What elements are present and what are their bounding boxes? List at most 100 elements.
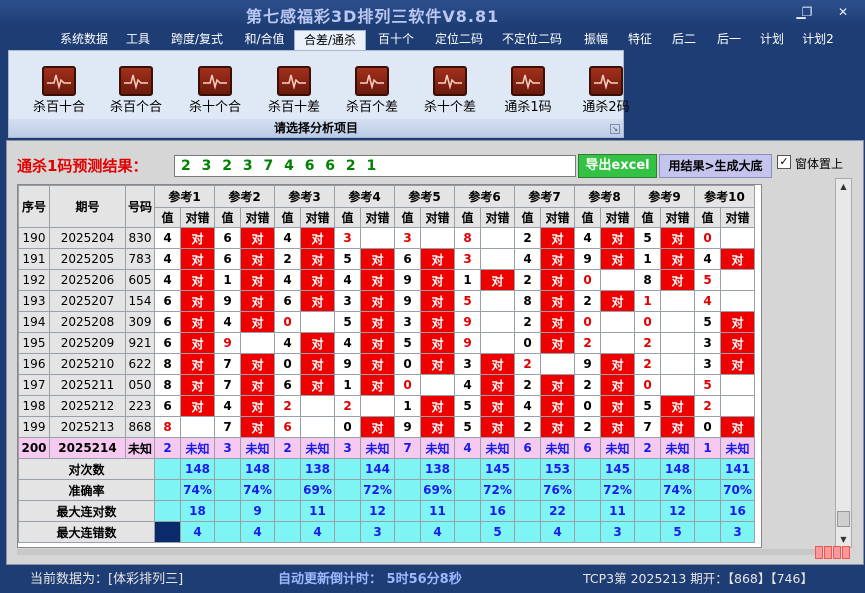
menu-item-1[interactable]: 工具 bbox=[120, 30, 156, 50]
col-header-period: 期号 bbox=[49, 185, 126, 228]
table-row[interactable]: 199 2025213 868 8 7 对 6 0 对 9 对 5 对 2 对 2 对 7 对 0 对 bbox=[18, 416, 755, 438]
stats-pad-cell bbox=[334, 521, 361, 543]
menu-item-4[interactable]: 合差/通杀 bbox=[294, 30, 366, 50]
scroll-down-icon[interactable]: ▼ bbox=[836, 532, 851, 547]
tool-button-2[interactable]: 杀百个合 bbox=[97, 66, 173, 126]
predicted-value-cell: 3 bbox=[334, 437, 361, 459]
ref-value-cell: 1 bbox=[634, 290, 661, 312]
ref-value-cell: 0 bbox=[274, 353, 301, 375]
prediction-row[interactable]: 200 2025214 未知 2 未知 3 未知 2 未知 3 未知 7 未知 4 未知 6 未知 6 未知 2 未知 1… bbox=[18, 437, 755, 459]
menu-item-13[interactable]: 计划2 bbox=[798, 30, 838, 50]
scrollbar-thumb[interactable] bbox=[837, 511, 850, 527]
tool-button-4[interactable]: 杀百十差 bbox=[255, 66, 331, 126]
scroll-up-icon[interactable]: ▲ bbox=[836, 179, 851, 194]
prediction-grid[interactable]: 序号 期号 号码 参考1 参考2 参考3 参考4 参考5 参考6 参考7 参考8 参考9 参考10 值对错… bbox=[17, 184, 762, 548]
ref-value-cell: 5 bbox=[454, 395, 481, 417]
hit-cell: 对 bbox=[420, 269, 455, 291]
ref-value-cell: 9 bbox=[574, 248, 601, 270]
ref-value-cell: 4 bbox=[154, 248, 181, 270]
ref-value-cell: 4 bbox=[214, 395, 241, 417]
ref-value-cell: 1 bbox=[214, 269, 241, 291]
status-countdown: 自动更新倒计时： 5时56分8秒 bbox=[278, 572, 462, 587]
col-subheader-hit: 对错 bbox=[180, 207, 215, 228]
menu-item-11[interactable]: 后一 bbox=[711, 30, 747, 50]
col-subheader-hit: 对错 bbox=[300, 207, 335, 228]
stats-value-cell: 4 bbox=[540, 521, 575, 543]
horizontal-scroll-track[interactable] bbox=[17, 549, 817, 555]
table-row[interactable]: 195 2025209 921 6 对 9 4 对 4 对 5 对 9 0 对 2 2 3 对 bbox=[18, 332, 755, 354]
tool-button-7[interactable]: 通杀1码 bbox=[489, 66, 565, 126]
menu-item-3[interactable]: 和/合值 bbox=[238, 30, 291, 50]
col-subheader-hit: 对错 bbox=[600, 207, 635, 228]
table-row[interactable]: 191 2025205 783 4 对 6 对 2 对 5 对 6 对 3 4 对 9 对 1 对 4 对 bbox=[18, 248, 755, 270]
miss-cell bbox=[720, 290, 755, 312]
row-period: 2025204 bbox=[49, 227, 126, 249]
row-code: 605 bbox=[125, 269, 155, 291]
hit-cell: 对 bbox=[300, 248, 335, 270]
status-bar: 当前数据为：[体彩排列三] 自动更新倒计时： 5时56分8秒 TCP3第 202… bbox=[0, 565, 865, 593]
restore-icon[interactable]: ❐ bbox=[797, 4, 817, 20]
ref-value-cell: 2 bbox=[574, 374, 601, 396]
table-row[interactable]: 190 2025204 830 4 对 6 对 4 对 3 3 8 2 对 4 对 5 对 0 bbox=[18, 227, 755, 249]
menu-item-0[interactable]: 系统数据 bbox=[52, 30, 116, 50]
tool-label: 杀百个合 bbox=[109, 100, 162, 115]
table-row[interactable]: 198 2025212 223 6 对 4 对 2 2 1 对 5 对 4 对 0 对 5 对 2 bbox=[18, 395, 755, 417]
vertical-scrollbar[interactable]: ▲ ▼ bbox=[835, 178, 852, 548]
hit-cell: 对 bbox=[720, 248, 755, 270]
stats-pad-cell bbox=[574, 521, 601, 543]
menu-item-5[interactable]: 百十个 bbox=[373, 30, 419, 50]
stats-label: 最大连对数 bbox=[18, 500, 155, 522]
table-row[interactable]: 193 2025207 154 6 对 9 对 6 对 3 对 9 对 5 8 对 2 对 1 4 bbox=[18, 290, 755, 312]
hit-cell: 对 bbox=[540, 311, 575, 333]
generate-base-button[interactable]: 用结果>生成大底 bbox=[659, 154, 772, 178]
result-output-field[interactable]: 2 3 2 3 7 4 6 6 2 1 bbox=[174, 155, 576, 177]
row-code: 309 bbox=[125, 311, 155, 333]
stats-pad-cell bbox=[394, 521, 421, 543]
table-row[interactable]: 196 2025210 622 8 对 7 对 0 对 9 对 0 对 3 对 2 9 对 2 3 对 bbox=[18, 353, 755, 375]
stats-value-cell: 11 bbox=[420, 500, 455, 522]
stats-pad-cell bbox=[634, 500, 661, 522]
ref-value-cell: 8 bbox=[154, 353, 181, 375]
table-row[interactable]: 197 2025211 050 8 对 7 对 6 对 1 对 0 4 对 2 对 2 对 0 5 bbox=[18, 374, 755, 396]
hit-cell: 对 bbox=[360, 332, 395, 354]
stats-pad-cell bbox=[334, 458, 361, 480]
window-on-top-checkbox[interactable]: ✓ bbox=[777, 155, 791, 169]
menu-item-9[interactable]: 特征 bbox=[622, 30, 658, 50]
stats-value-cell: 12 bbox=[660, 500, 695, 522]
menu-item-12[interactable]: 计划 bbox=[754, 30, 790, 50]
col-subheader-value: 值 bbox=[634, 207, 661, 228]
tool-button-6[interactable]: 杀十个差 bbox=[411, 66, 487, 126]
menu-item-2[interactable]: 跨度/复式 bbox=[164, 30, 230, 50]
menu-item-7[interactable]: 不定位二码 bbox=[497, 30, 567, 50]
tool-button-3[interactable]: 杀十个合 bbox=[176, 66, 252, 126]
hit-cell: 对 bbox=[600, 353, 635, 375]
table-row[interactable]: 192 2025206 605 4 对 1 对 4 对 4 对 9 对 1 对 2 对 0 8 对 5 bbox=[18, 269, 755, 291]
tool-button-5[interactable]: 杀百个差 bbox=[333, 66, 409, 126]
menu-item-6[interactable]: 定位二码 bbox=[430, 30, 488, 50]
miss-cell bbox=[660, 311, 695, 333]
ref-value-cell: 6 bbox=[214, 248, 241, 270]
export-excel-button[interactable]: 导出excel bbox=[578, 154, 657, 178]
close-icon[interactable]: ✕ bbox=[833, 4, 853, 20]
miss-cell bbox=[480, 332, 515, 354]
unknown-cell: 未知 bbox=[300, 437, 335, 459]
col-header-ref: 参考7 bbox=[514, 185, 575, 208]
ref-value-cell: 5 bbox=[634, 227, 661, 249]
tool-button-1[interactable]: 杀百十合 bbox=[20, 66, 96, 126]
row-seq: 192 bbox=[18, 269, 50, 291]
ref-value-cell: 5 bbox=[454, 290, 481, 312]
row-code: 050 bbox=[125, 374, 155, 396]
hit-cell: 对 bbox=[540, 332, 575, 354]
ref-value-cell: 0 bbox=[694, 416, 721, 438]
ref-value-cell: 3 bbox=[694, 332, 721, 354]
ref-value-cell: 0 bbox=[574, 269, 601, 291]
ref-value-cell: 0 bbox=[514, 332, 541, 354]
menu-item-10[interactable]: 后二 bbox=[666, 30, 702, 50]
tool-button-8[interactable]: 通杀2码 bbox=[567, 66, 643, 126]
ref-value-cell: 3 bbox=[334, 227, 361, 249]
hit-cell: 对 bbox=[240, 311, 275, 333]
chart-icon bbox=[119, 66, 153, 96]
table-row[interactable]: 194 2025208 309 6 对 4 对 0 5 对 3 对 9 2 对 0 0 5 对 bbox=[18, 311, 755, 333]
ref-value-cell: 6 bbox=[394, 248, 421, 270]
menu-item-8[interactable]: 振幅 bbox=[578, 30, 614, 50]
